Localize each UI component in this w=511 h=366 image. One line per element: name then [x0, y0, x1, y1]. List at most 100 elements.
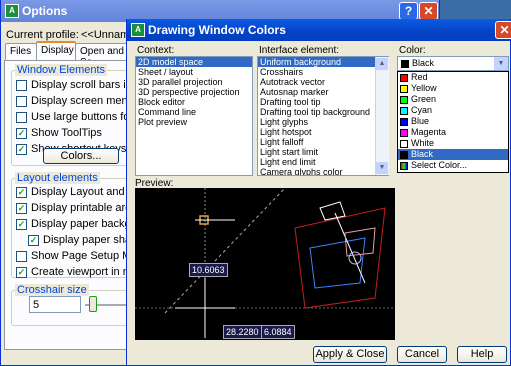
- autotrack-vector: [164, 188, 286, 314]
- scroll-bars-checkbox[interactable]: [16, 80, 27, 91]
- dwc-titlebar[interactable]: A Drawing Window Colors ✕: [127, 19, 511, 41]
- crosshair-size-input[interactable]: 5: [29, 296, 81, 313]
- drafting-tooltip-2: 28.2280: [223, 325, 262, 339]
- current-profile-label: Current profile:: [6, 29, 79, 41]
- scroll-up-icon[interactable]: ▲: [376, 58, 388, 70]
- color-option[interactable]: White: [398, 138, 508, 149]
- context-list-item[interactable]: Plot preview: [136, 117, 252, 127]
- interface-list-item[interactable]: Light hotspot: [258, 127, 388, 137]
- color-swatch: [400, 150, 408, 159]
- help-icon[interactable]: ?: [399, 2, 418, 20]
- tab-display[interactable]: Display: [36, 41, 76, 61]
- color-swatch: [400, 73, 408, 82]
- interface-scrollbar[interactable]: [375, 57, 389, 175]
- color-swatch: [400, 84, 408, 93]
- chevron-down-icon[interactable]: ▼: [494, 57, 508, 70]
- paper-shadow-checkbox[interactable]: ✓: [28, 235, 39, 246]
- apply-close-button[interactable]: Apply & Close: [313, 346, 387, 363]
- color-select[interactable]: Black ▼: [397, 56, 509, 71]
- paper-shadow-label: Display paper shadow: [43, 234, 129, 246]
- context-list-item[interactable]: Sheet / layout: [136, 67, 252, 77]
- color-option[interactable]: Yellow: [398, 83, 508, 94]
- drawing-window-colors-dialog: A Drawing Window Colors ✕ Context: 2D mo…: [126, 19, 511, 366]
- printable-area-label: Display printable area: [31, 202, 138, 214]
- printable-area-checkbox[interactable]: ✓: [16, 203, 27, 214]
- interface-list-item[interactable]: Light end limit: [258, 157, 388, 167]
- light-glyph: [348, 251, 362, 265]
- color-swatch: [400, 139, 408, 148]
- preview-canvas: 10.6063 28.2280 6.0884: [135, 188, 395, 340]
- color-dropdown-list[interactable]: Red Yellow Green Cyan Blue Magenta White Black S…: [397, 71, 509, 173]
- colors-button[interactable]: Colors...: [43, 148, 119, 164]
- autocad-app-icon: A: [5, 4, 19, 18]
- interface-list-item[interactable]: Crosshairs: [258, 67, 388, 77]
- scroll-bars-label: Display scroll bars in draw: [31, 79, 129, 91]
- screen-menu-label: Display screen menu: [31, 95, 134, 107]
- color-option[interactable]: Red: [398, 72, 508, 83]
- close-icon[interactable]: ✕: [419, 2, 438, 20]
- shortcut-keys-checkbox[interactable]: ✓: [16, 144, 27, 155]
- autocad-app-icon: A: [131, 23, 145, 37]
- context-list-item[interactable]: 2D model space: [136, 57, 252, 67]
- drafting-tooltip-3: 6.0884: [261, 325, 295, 339]
- window-elements-title: Window Elements: [15, 64, 108, 76]
- context-list[interactable]: 2D model space Sheet / layout 3D parallel …: [135, 56, 253, 176]
- large-buttons-label: Use large buttons for Too: [31, 111, 129, 123]
- context-list-item[interactable]: Command line: [136, 107, 252, 117]
- screen-menu-checkbox[interactable]: [16, 96, 27, 107]
- preview-graphics: [135, 188, 395, 340]
- paper-background-label: Display paper background: [31, 218, 129, 230]
- color-option[interactable]: Select Color...: [398, 160, 508, 171]
- black-swatch: [401, 59, 409, 68]
- layout-model-checkbox[interactable]: ✓: [16, 187, 27, 198]
- color-option[interactable]: Cyan: [398, 105, 508, 116]
- interface-list-item[interactable]: Light start limit: [258, 147, 388, 157]
- layout-model-label: Display Layout and Mode: [31, 186, 129, 198]
- dwc-title: Drawing Window Colors: [148, 23, 286, 37]
- paper-background-checkbox[interactable]: ✓: [16, 219, 27, 230]
- interface-list-item[interactable]: Uniform background: [258, 57, 388, 67]
- interface-list-item[interactable]: Camera glyphs color: [258, 167, 388, 175]
- interface-element-label: Interface element:: [259, 45, 340, 56]
- color-option[interactable]: Magenta: [398, 127, 508, 138]
- interface-list-item[interactable]: Autotrack vector: [258, 77, 388, 87]
- tab-open-and-save[interactable]: Open and Sa: [75, 43, 131, 68]
- page-setup-label: Show Page Setup Manag: [31, 250, 129, 262]
- color-label: Color:: [399, 45, 426, 56]
- large-buttons-checkbox[interactable]: [16, 112, 27, 123]
- help-button[interactable]: Help: [457, 346, 507, 363]
- light-line: [334, 212, 366, 284]
- interface-list-item[interactable]: Autosnap marker: [258, 87, 388, 97]
- scroll-down-icon[interactable]: ▼: [376, 162, 388, 174]
- light-falloff: [344, 227, 376, 257]
- color-option[interactable]: Green: [398, 94, 508, 105]
- crosshair-title: Crosshair size: [15, 284, 89, 296]
- crosshair-slider-thumb[interactable]: [89, 296, 97, 312]
- context-list-item[interactable]: 3D perspective projection: [136, 87, 252, 97]
- color-swatch: [400, 106, 408, 115]
- context-list-item[interactable]: Block editor: [136, 97, 252, 107]
- page-setup-checkbox[interactable]: [16, 251, 27, 262]
- frustum-plane: [294, 207, 386, 309]
- tab-files[interactable]: Files: [5, 43, 37, 61]
- create-viewport-label: Create viewport in new la: [31, 266, 129, 278]
- select-color-icon: [400, 161, 408, 170]
- context-label: Context:: [137, 45, 175, 56]
- cancel-button[interactable]: Cancel: [397, 346, 447, 363]
- interface-element-list[interactable]: Uniform background Crosshairs Autotrack ve…: [257, 56, 389, 176]
- color-option[interactable]: Blue: [398, 116, 508, 127]
- show-tooltips-label: Show ToolTips: [31, 127, 102, 139]
- options-title: Options: [22, 4, 68, 18]
- dwc-close-icon[interactable]: ✕: [495, 21, 511, 39]
- context-list-item[interactable]: 3D parallel projection: [136, 77, 252, 87]
- color-option[interactable]: Black: [398, 149, 508, 160]
- layout-elements-title: Layout elements: [15, 172, 100, 184]
- interface-list-item[interactable]: Drafting tool tip: [258, 97, 388, 107]
- color-swatch: [400, 95, 408, 104]
- interface-list-item[interactable]: Light falloff: [258, 137, 388, 147]
- interface-list-item[interactable]: Light glyphs: [258, 117, 388, 127]
- interface-list-item[interactable]: Drafting tool tip background: [258, 107, 388, 117]
- create-viewport-checkbox[interactable]: ✓: [16, 267, 27, 278]
- show-tooltips-checkbox[interactable]: ✓: [16, 128, 27, 139]
- drafting-tooltip-1: 10.6063: [189, 263, 228, 277]
